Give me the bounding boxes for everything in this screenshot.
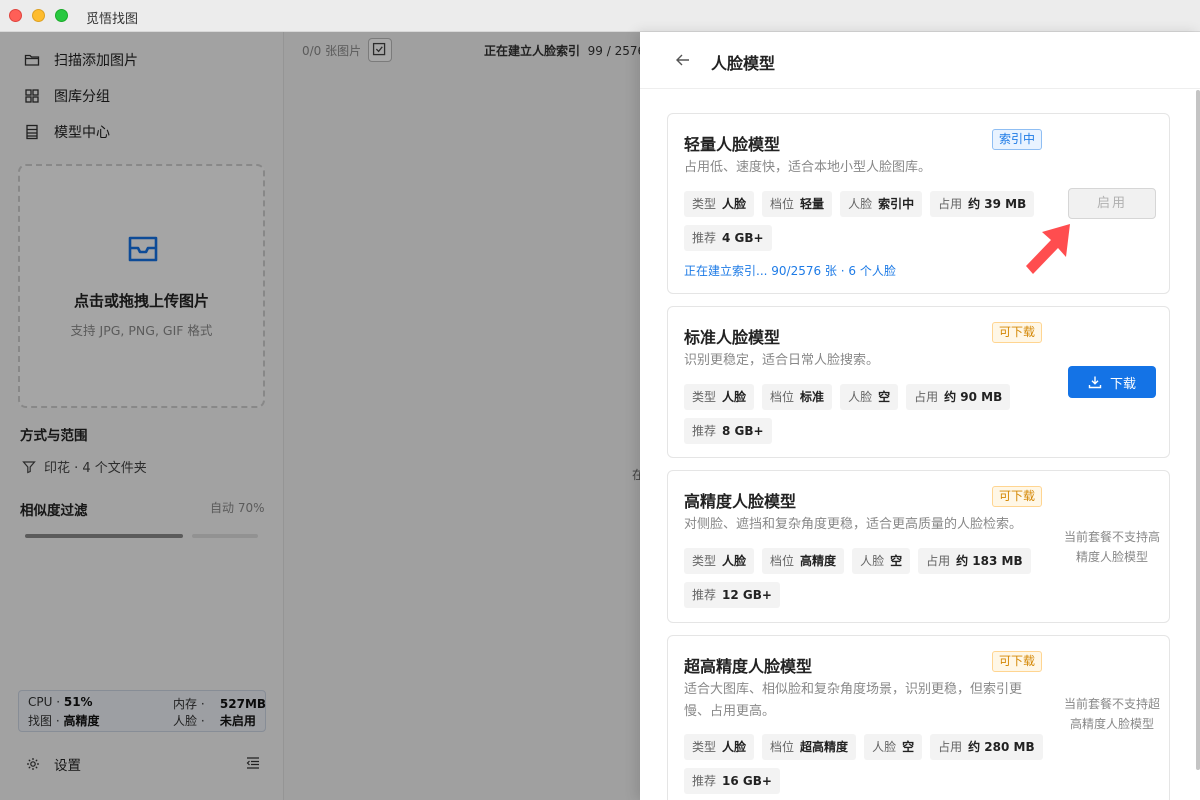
chip-size: 占用约 280 MB [930, 734, 1043, 760]
window-minimize-button[interactable] [32, 9, 45, 22]
model-description: 适合大图库、相似脸和复杂角度场景，识别更稳，但索引更 慢、占用更高。 [684, 679, 1022, 723]
model-chips: 类型 人脸 档位 轻量 人脸 索引中 占用约 39 MB 推荐 4 GB+ [684, 191, 1064, 251]
chip-type: 类型 人脸 [684, 384, 755, 410]
chip-face: 人脸空 [840, 384, 899, 410]
chip-tier: 档位 轻量 [762, 191, 833, 217]
status-badge: 可下载 [992, 486, 1043, 507]
status-badge: 可下载 [992, 322, 1043, 343]
chip-size: 占用约 39 MB [930, 191, 1035, 217]
download-button[interactable]: 下载 [1068, 366, 1156, 398]
window-maximize-button[interactable] [55, 9, 68, 22]
enable-button[interactable]: 启用 [1068, 188, 1156, 219]
chip-tier: 档位 标准 [762, 384, 833, 410]
download-label: 下载 [1109, 376, 1136, 392]
model-description: 占用低、速度快，适合本地小型人脸图库。 [684, 160, 932, 175]
face-model-drawer: 人脸模型 轻量人脸模型 索引中 占用低、速度快，适合本地小型人脸图库。 类型 人脸… [640, 32, 1200, 800]
window-close-button[interactable] [9, 9, 22, 22]
plan-unsupported-note: 当前套餐不支持超高精度人脸模型 [1063, 697, 1160, 731]
chip-tier: 档位 超高精度 [762, 734, 857, 760]
chip-face: 人脸 索引中 [840, 191, 923, 217]
index-progress-text: 正在建立索引... 90/2576 张 · 6 个人脸 [684, 264, 896, 278]
chip-face: 人脸空 [864, 734, 923, 760]
chip-type: 类型 人脸 [684, 734, 755, 760]
annotation-arrow-icon [1026, 224, 1070, 274]
status-badge: 可下载 [992, 651, 1043, 672]
chip-recommend: 推荐 16 GB+ [684, 768, 780, 794]
chip-recommend: 推荐 12 GB+ [684, 582, 780, 608]
chip-size: 占用约 90 MB [906, 384, 1011, 410]
model-card-ultra: 超高精度人脸模型 可下载 适合大图库、相似脸和复杂角度场景，识别更稳，但索引更 … [667, 635, 1170, 800]
chip-type: 类型 人脸 [684, 548, 755, 574]
model-title: 超高精度人脸模型 [684, 657, 813, 676]
chip-tier: 档位 高精度 [762, 548, 845, 574]
window-title: 觅悟找图 [86, 12, 139, 27]
drawer-scrollbar[interactable] [1196, 90, 1200, 770]
chip-recommend: 推荐 8 GB+ [684, 418, 772, 444]
plan-unsupported-note: 当前套餐不支持高精度人脸模型 [1063, 530, 1160, 564]
model-card-standard: 标准人脸模型 可下载 识别更稳定，适合日常人脸搜索。 类型 人脸 档位 标准 人脸空… [667, 306, 1170, 458]
chip-face: 人脸空 [852, 548, 911, 574]
title-bar: 觅悟找图 [0, 0, 1200, 32]
download-icon [1088, 376, 1102, 389]
chip-size: 占用约 183 MB [918, 548, 1031, 574]
status-badge: 索引中 [992, 129, 1043, 150]
model-title: 轻量人脸模型 [684, 135, 781, 154]
chip-type: 类型 人脸 [684, 191, 755, 217]
drawer-title: 人脸模型 [711, 54, 776, 73]
chip-recommend: 推荐 4 GB+ [684, 225, 772, 251]
model-description: 对侧脸、遮挡和复杂角度更稳，适合更高质量的人脸检索。 [684, 517, 1023, 532]
model-chips: 类型 人脸 档位 高精度 人脸空 占用约 183 MB 推荐 12 GB+ [684, 548, 1064, 608]
model-card-high: 高精度人脸模型 可下载 对侧脸、遮挡和复杂角度更稳，适合更高质量的人脸检索。 类… [667, 470, 1170, 623]
model-chips: 类型 人脸 档位 超高精度 人脸空 占用约 280 MB 推荐 16 GB+ [684, 734, 1064, 794]
model-description-line: 适合大图库、相似脸和复杂角度场景，识别更稳，但索引更 [684, 682, 1023, 697]
model-card-light: 轻量人脸模型 索引中 占用低、速度快，适合本地小型人脸图库。 类型 人脸 档位 轻量… [667, 113, 1170, 294]
model-description: 识别更稳定，适合日常人脸搜索。 [684, 353, 880, 368]
model-description-line: 慢、占用更高。 [684, 704, 776, 719]
model-title: 高精度人脸模型 [684, 492, 797, 511]
model-title: 标准人脸模型 [684, 328, 781, 347]
model-chips: 类型 人脸 档位 标准 人脸空 占用约 90 MB 推荐 8 GB+ [684, 384, 1064, 444]
back-arrow-icon[interactable] [675, 52, 691, 68]
drawer-header: 人脸模型 [640, 32, 1200, 89]
